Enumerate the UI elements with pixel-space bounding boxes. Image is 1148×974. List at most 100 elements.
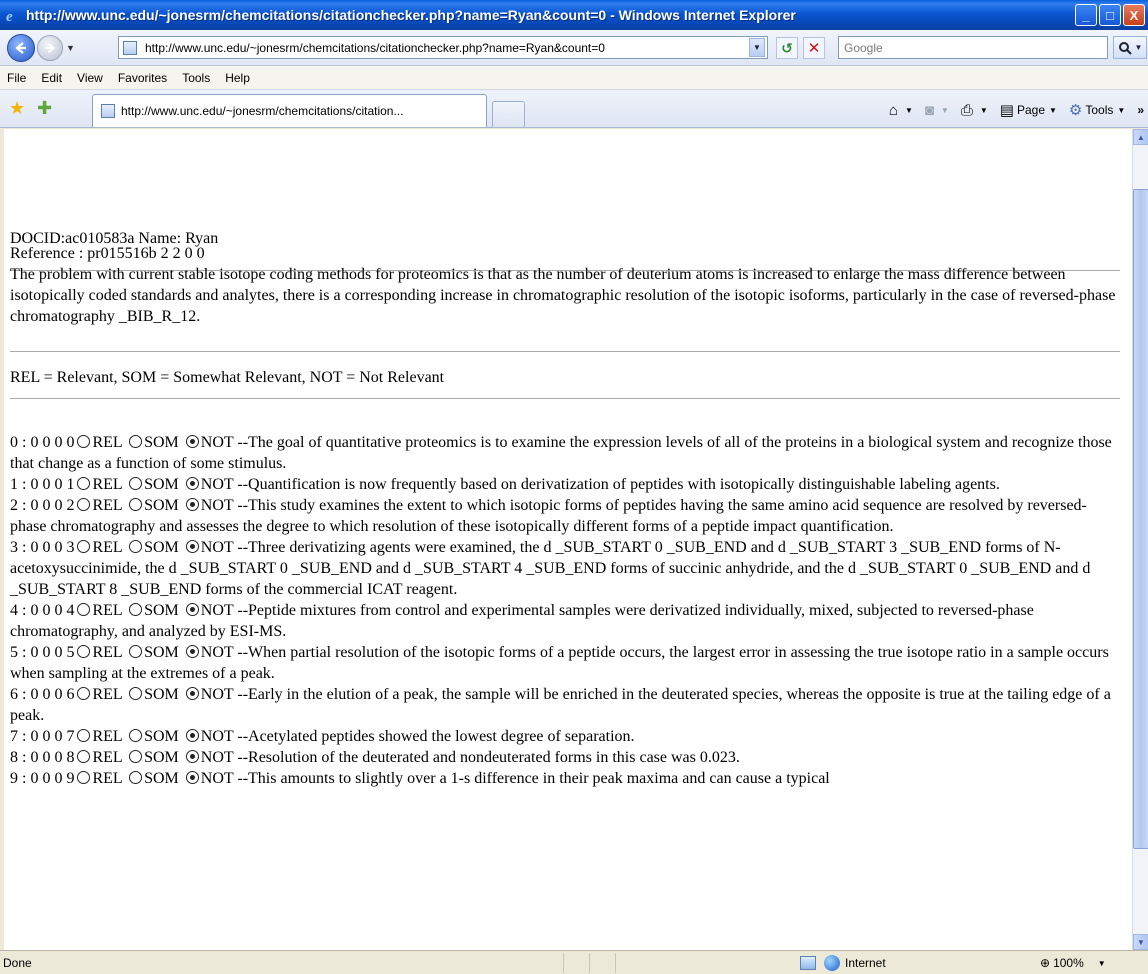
home-button[interactable]: ⌂ ▼ bbox=[889, 102, 913, 119]
radio-label-rel: REL bbox=[92, 602, 123, 619]
status-divider bbox=[589, 952, 615, 973]
radio-rel[interactable] bbox=[77, 729, 91, 742]
divider bbox=[10, 351, 1120, 352]
window-title-bar[interactable]: e http://www.unc.edu/~jonesrm/chemcitati… bbox=[0, 0, 1148, 30]
tab-label: http://www.unc.edu/~jonesrm/chemcitation… bbox=[121, 104, 404, 118]
radio-som[interactable] bbox=[129, 687, 143, 700]
window-title: http://www.unc.edu/~jonesrm/chemcitation… bbox=[26, 7, 796, 23]
radio-not[interactable] bbox=[185, 645, 199, 658]
radio-not[interactable] bbox=[185, 435, 199, 448]
page-menu-button[interactable]: ▤ Page ▼ bbox=[1000, 101, 1057, 119]
sentence-row: 1 : 0 0 0 1 REL SOM NOT --Quantification … bbox=[10, 474, 1120, 495]
radio-rel[interactable] bbox=[77, 477, 91, 490]
radio-som[interactable] bbox=[129, 645, 143, 658]
menu-file[interactable]: File bbox=[7, 71, 26, 85]
radio-som[interactable] bbox=[129, 477, 143, 490]
radio-label-som: SOM bbox=[144, 749, 179, 766]
more-commands-chevron-icon[interactable]: » bbox=[1137, 103, 1144, 117]
radio-label-not: NOT bbox=[200, 686, 234, 703]
vertical-scrollbar[interactable]: ▲ ▼ bbox=[1132, 129, 1148, 950]
address-input[interactable]: http://www.unc.edu/~jonesrm/chemcitation… bbox=[145, 41, 749, 55]
radio-not[interactable] bbox=[185, 603, 199, 616]
radio-label-som: SOM bbox=[144, 539, 179, 556]
radio-not[interactable] bbox=[185, 477, 199, 490]
sentence-id: 6 : 0 0 0 6 bbox=[10, 686, 75, 703]
reference-text: The problem with current stable isotope … bbox=[10, 266, 1116, 325]
status-divider bbox=[615, 952, 641, 973]
radio-not[interactable] bbox=[185, 771, 199, 784]
menu-help[interactable]: Help bbox=[225, 71, 250, 85]
forward-button[interactable] bbox=[37, 35, 63, 61]
radio-not[interactable] bbox=[185, 729, 199, 742]
search-input[interactable]: Google bbox=[838, 36, 1108, 59]
scroll-thumb[interactable] bbox=[1133, 189, 1148, 849]
menu-tools[interactable]: Tools bbox=[182, 71, 210, 85]
radio-rel[interactable] bbox=[77, 645, 91, 658]
scroll-down-button[interactable]: ▼ bbox=[1133, 934, 1148, 950]
radio-som[interactable] bbox=[129, 603, 143, 616]
tools-menu-button[interactable]: ⚙ Tools ▼ bbox=[1069, 101, 1125, 119]
menu-edit[interactable]: Edit bbox=[41, 71, 62, 85]
radio-label-rel: REL bbox=[92, 476, 123, 493]
scroll-up-button[interactable]: ▲ bbox=[1133, 129, 1148, 145]
radio-rel[interactable] bbox=[77, 603, 91, 616]
radio-som[interactable] bbox=[129, 729, 143, 742]
feeds-button[interactable]: ◙ ▼ bbox=[925, 102, 949, 119]
radio-not[interactable] bbox=[185, 540, 199, 553]
minimize-button[interactable]: _ bbox=[1075, 4, 1097, 26]
svg-text:e: e bbox=[6, 9, 13, 23]
stop-button[interactable]: ✕ bbox=[803, 37, 825, 59]
radio-som[interactable] bbox=[129, 771, 143, 784]
menu-favorites[interactable]: Favorites bbox=[118, 71, 167, 85]
menu-view[interactable]: View bbox=[77, 71, 103, 85]
page-content: DOCID:ac010583a Name: Ryan Reference : p… bbox=[4, 129, 1132, 950]
radio-not[interactable] bbox=[185, 687, 199, 700]
radio-som[interactable] bbox=[129, 435, 143, 448]
sentence-row: 2 : 0 0 0 2 REL SOM NOT --This study exam… bbox=[10, 495, 1120, 537]
tab-current[interactable]: http://www.unc.edu/~jonesrm/chemcitation… bbox=[92, 94, 487, 127]
radio-rel[interactable] bbox=[77, 750, 91, 763]
radio-som[interactable] bbox=[129, 498, 143, 511]
command-bar: ⌂ ▼ ◙ ▼ ⎙ ▼ ▤ Page ▼ ⚙ Tools ▼ » bbox=[889, 98, 1148, 122]
back-button[interactable] bbox=[7, 34, 35, 62]
radio-rel[interactable] bbox=[77, 771, 91, 784]
radio-label-som: SOM bbox=[144, 686, 179, 703]
close-button[interactable]: X bbox=[1123, 4, 1145, 26]
page-icon: ▤ bbox=[999, 102, 1014, 119]
zoom-icon: ⊕ bbox=[1040, 956, 1051, 970]
print-button[interactable]: ⎙ ▼ bbox=[961, 102, 988, 119]
radio-rel[interactable] bbox=[77, 435, 91, 448]
maximize-button[interactable]: □ bbox=[1099, 4, 1121, 26]
address-bar[interactable]: http://www.unc.edu/~jonesrm/chemcitation… bbox=[118, 36, 768, 59]
radio-rel[interactable] bbox=[77, 540, 91, 553]
radio-label-rel: REL bbox=[92, 749, 123, 766]
radio-rel[interactable] bbox=[77, 498, 91, 511]
radio-not[interactable] bbox=[185, 498, 199, 511]
page-menu-label: Page bbox=[1016, 103, 1045, 117]
search-button[interactable]: ▼ bbox=[1113, 36, 1147, 59]
add-favorites-icon[interactable]: ✚ bbox=[37, 98, 52, 119]
radio-som[interactable] bbox=[129, 750, 143, 763]
sentence-row: 5 : 0 0 0 5 REL SOM NOT --When partial re… bbox=[10, 642, 1120, 684]
refresh-button[interactable]: ↺ bbox=[776, 37, 798, 59]
radio-label-not: NOT bbox=[200, 539, 234, 556]
address-dropdown-button[interactable]: ▼ bbox=[749, 38, 765, 57]
zoom-control[interactable]: ⊕ 100% ▼ bbox=[1040, 953, 1106, 973]
security-zone[interactable]: Internet bbox=[800, 953, 886, 973]
recent-pages-dropdown[interactable]: ▼ bbox=[66, 43, 75, 53]
sentence-id: 4 : 0 0 0 4 bbox=[10, 602, 75, 619]
page-icon bbox=[101, 104, 115, 118]
back-arrow-icon bbox=[15, 42, 26, 54]
favorites-center-icon[interactable]: ★ bbox=[9, 98, 25, 119]
sentence-row: 6 : 0 0 0 6 REL SOM NOT --Early in the el… bbox=[10, 684, 1120, 726]
status-bar: Done Internet ⊕ 100% ▼ bbox=[0, 950, 1148, 974]
protected-mode-icon bbox=[800, 956, 816, 970]
radio-rel[interactable] bbox=[77, 687, 91, 700]
radio-not[interactable] bbox=[185, 750, 199, 763]
radio-label-not: NOT bbox=[200, 602, 234, 619]
rss-icon: ◙ bbox=[924, 101, 934, 119]
radio-som[interactable] bbox=[129, 540, 143, 553]
sentence-text: --This amounts to slightly over a 1-s di… bbox=[237, 770, 830, 787]
new-tab-button[interactable] bbox=[492, 101, 525, 127]
zone-label: Internet bbox=[845, 956, 886, 970]
